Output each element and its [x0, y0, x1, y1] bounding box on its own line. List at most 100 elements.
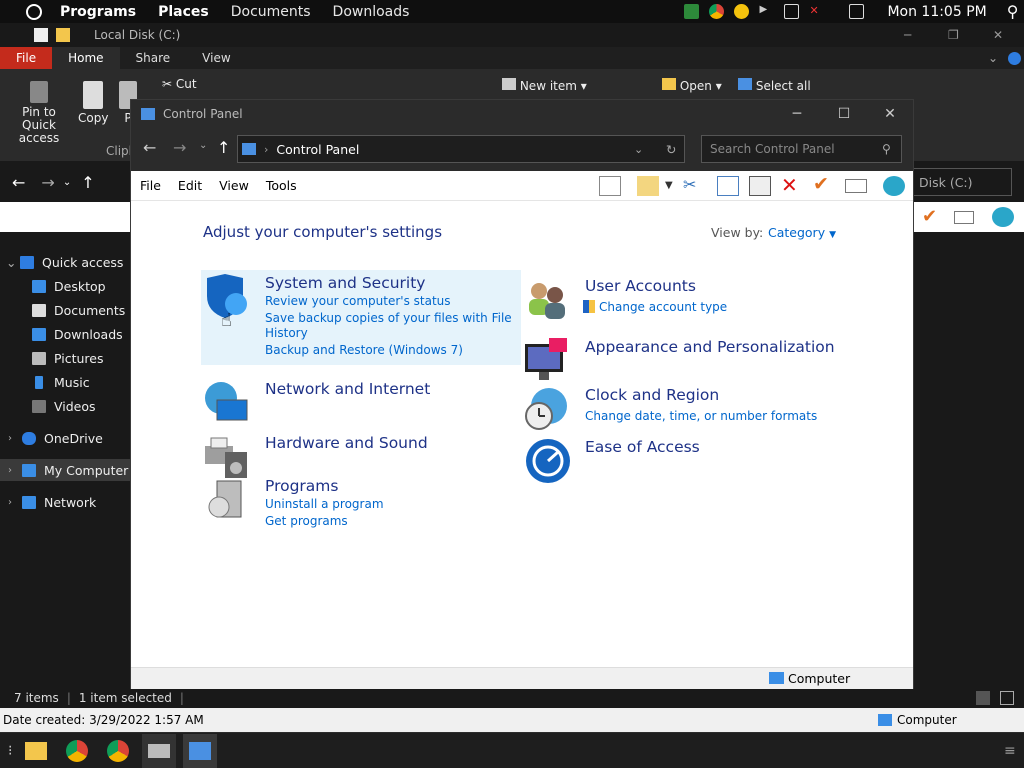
new-item-button[interactable]: New item ▾: [502, 78, 592, 93]
address-dropdown-icon[interactable]: ⌄: [634, 143, 643, 156]
copy-button[interactable]: Copy: [78, 81, 108, 125]
check-icon[interactable]: ✔: [922, 206, 937, 227]
category-title[interactable]: Programs: [265, 477, 338, 495]
sidebar-item-downloads[interactable]: Downloads: [0, 323, 130, 345]
search-input[interactable]: Search Control Panel ⚲: [701, 135, 902, 163]
copy-icon[interactable]: [717, 176, 739, 196]
link-change-account-type[interactable]: Change account type: [583, 300, 727, 315]
shield-icon[interactable]: [684, 4, 700, 19]
volume-muted-icon[interactable]: ✕: [809, 4, 824, 19]
view-by-dropdown[interactable]: Category ▼: [768, 225, 836, 240]
link-file-history[interactable]: Save backup copies of your files with Fi…: [265, 311, 512, 326]
chrome-icon[interactable]: [60, 734, 94, 768]
category-title[interactable]: Network and Internet: [265, 380, 430, 398]
menu-file[interactable]: File: [140, 178, 161, 193]
sidebar-item-network[interactable]: › Network: [0, 491, 130, 513]
forward-icon[interactable]: →: [41, 173, 54, 192]
paste-icon[interactable]: [749, 176, 771, 196]
link-get-programs[interactable]: Get programs: [265, 514, 348, 529]
open-button[interactable]: Open ▾: [662, 78, 732, 93]
status-dot-icon[interactable]: [734, 4, 750, 19]
cut-button[interactable]: ✂ Cut: [162, 78, 212, 91]
link-backup-restore[interactable]: Backup and Restore (Windows 7): [265, 343, 463, 358]
expand-chevron-icon[interactable]: ⌄: [0, 255, 20, 270]
sidebar-item-pictures[interactable]: Pictures: [0, 347, 130, 369]
address-bar[interactable]: › Control Panel ⌄ ↻: [237, 135, 685, 163]
category-title[interactable]: Hardware and Sound: [265, 434, 428, 452]
cut-icon[interactable]: ✂: [683, 175, 705, 195]
category-title[interactable]: User Accounts: [585, 277, 696, 295]
sidebar-item-documents[interactable]: Documents: [0, 299, 130, 321]
minimize-button[interactable]: ─: [774, 100, 820, 127]
maximize-button[interactable]: ☐: [821, 100, 867, 127]
clock[interactable]: Mon 11:05 PM: [887, 4, 986, 20]
tab-home[interactable]: Home: [52, 47, 120, 69]
app-menu-icon[interactable]: [26, 3, 42, 20]
chat-icon[interactable]: [849, 4, 865, 19]
search-icon[interactable]: ⚲: [1007, 2, 1019, 21]
up-icon[interactable]: ↑: [81, 173, 94, 192]
taskbar-menu-icon[interactable]: ⁝: [8, 743, 12, 759]
recent-locations-icon[interactable]: ⌄: [63, 177, 71, 188]
chrome-icon-2[interactable]: [101, 734, 135, 768]
globe-icon[interactable]: [992, 207, 1014, 227]
sidebar-item-quick-access[interactable]: ⌄ Quick access: [0, 251, 130, 273]
category-title[interactable]: System and Security: [265, 274, 425, 292]
network-icon[interactable]: [784, 4, 800, 19]
up-icon[interactable]: ↑: [217, 138, 230, 157]
menu-places[interactable]: Places: [158, 4, 209, 20]
drive-icon[interactable]: [142, 733, 177, 768]
menu-tools[interactable]: Tools: [266, 178, 297, 193]
file-manager-icon[interactable]: [19, 734, 53, 768]
large-icons-view-icon[interactable]: [1000, 691, 1014, 705]
quick-toolbar-icon[interactable]: [34, 28, 48, 42]
show-desktop-icon[interactable]: ≡: [1004, 743, 1016, 759]
refresh-icon[interactable]: ↻: [666, 142, 676, 157]
recent-locations-icon[interactable]: ⌄: [199, 140, 207, 151]
tab-view[interactable]: View: [186, 47, 246, 69]
expand-arrow-icon[interactable]: ›: [0, 433, 22, 444]
menu-view[interactable]: View: [219, 178, 249, 193]
forward-icon[interactable]: →: [173, 138, 186, 157]
expand-arrow-icon[interactable]: ›: [0, 497, 22, 508]
play-icon[interactable]: ▶: [759, 4, 774, 19]
folder-options-icon[interactable]: [637, 176, 659, 196]
check-icon[interactable]: ✔: [813, 173, 835, 195]
link-uninstall-program[interactable]: Uninstall a program: [265, 497, 384, 512]
delete-icon[interactable]: ✕: [781, 173, 803, 197]
help-icon[interactable]: [1008, 51, 1021, 65]
expand-arrow-icon[interactable]: ›: [0, 465, 22, 476]
category-title[interactable]: Ease of Access: [585, 438, 700, 456]
menu-programs[interactable]: Programs: [60, 4, 136, 20]
properties-icon[interactable]: [954, 211, 974, 224]
maximize-button[interactable]: ❐: [948, 28, 959, 42]
pin-quick-access-button[interactable]: Pin to Quick access: [6, 81, 72, 145]
search-icon[interactable]: ⚲: [882, 142, 891, 156]
category-title[interactable]: Appearance and Personalization: [585, 338, 835, 356]
minimize-button[interactable]: ─: [904, 28, 911, 42]
link-review-status[interactable]: Review your computer's status: [265, 294, 451, 309]
ribbon-expand-icon[interactable]: ⌄: [988, 51, 998, 65]
control-panel-taskbar-icon[interactable]: [183, 733, 218, 768]
breadcrumb[interactable]: Control Panel: [276, 142, 359, 157]
sidebar-item-videos[interactable]: Videos: [0, 395, 130, 417]
link-file-history-cont[interactable]: History: [265, 326, 308, 341]
menu-downloads[interactable]: Downloads: [333, 4, 410, 20]
details-view-icon[interactable]: [976, 691, 990, 705]
globe-icon[interactable]: [883, 176, 905, 196]
dropdown-icon[interactable]: ▼: [665, 180, 677, 200]
close-button[interactable]: ✕: [867, 100, 913, 127]
select-all-button[interactable]: Select all: [738, 78, 818, 93]
tab-file[interactable]: File: [0, 47, 53, 69]
preview-pane-icon[interactable]: [599, 176, 621, 196]
close-button[interactable]: ✕: [993, 28, 1003, 42]
explorer-address-partial[interactable]: Disk (C:): [912, 168, 1012, 196]
notification-off-icon[interactable]: [659, 4, 674, 19]
sidebar-item-desktop[interactable]: Desktop: [0, 275, 130, 297]
category-title[interactable]: Clock and Region: [585, 386, 719, 404]
back-icon[interactable]: ←: [143, 138, 156, 157]
menu-documents[interactable]: Documents: [231, 4, 311, 20]
link-change-date-time[interactable]: Change date, time, or number formats: [585, 409, 817, 424]
menu-edit[interactable]: Edit: [178, 178, 202, 193]
control-panel-titlebar[interactable]: Control Panel ─ ☐ ✕: [131, 100, 913, 127]
